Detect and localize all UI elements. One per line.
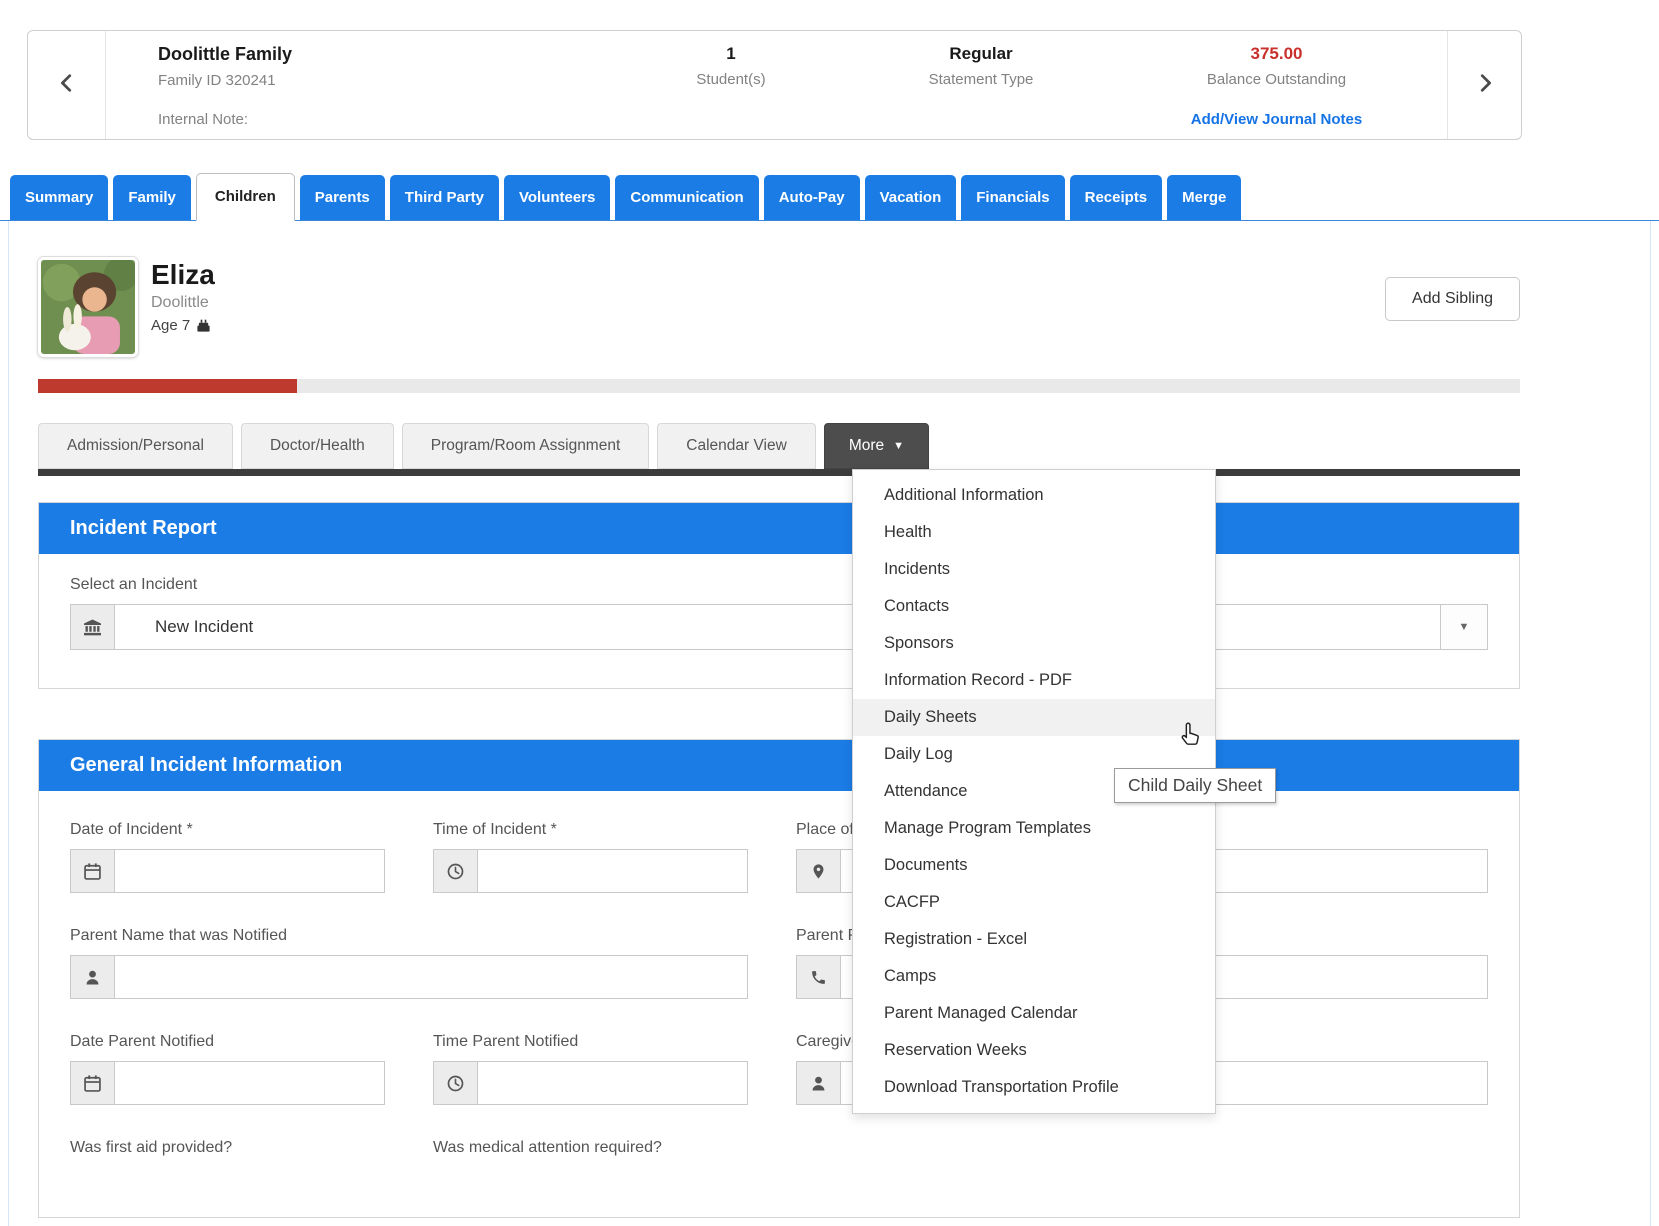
incident-select-value: New Incident <box>155 617 254 636</box>
menu-item-parent-managed-calendar[interactable]: Parent Managed Calendar <box>853 995 1215 1032</box>
subtab-underline-bar <box>38 469 1520 476</box>
time-of-incident-label: Time of Incident * <box>433 821 557 838</box>
tab-third-party[interactable]: Third Party <box>389 175 499 220</box>
profile-progress-track <box>38 379 1520 393</box>
clock-icon <box>434 850 478 892</box>
statement-type-label: Statement Type <box>928 71 1034 88</box>
subtab-doctor-health[interactable]: Doctor/Health <box>240 423 394 469</box>
hand-cursor-icon <box>1176 721 1203 748</box>
menu-item-documents[interactable]: Documents <box>853 847 1215 884</box>
map-pin-icon <box>797 850 841 892</box>
menu-item-registration-excel[interactable]: Registration - Excel <box>853 921 1215 958</box>
family-name: Doolittle Family <box>158 44 293 64</box>
tab-family[interactable]: Family <box>113 175 191 220</box>
child-photo <box>38 257 138 357</box>
family-id: Family ID 320241 <box>158 72 276 89</box>
menu-item-download-transportation-profile[interactable]: Download Transportation Profile <box>853 1069 1215 1106</box>
chevron-right-icon <box>1474 68 1496 103</box>
journal-notes-link[interactable]: Add/View Journal Notes <box>1106 111 1447 128</box>
menu-item-incidents[interactable]: Incidents <box>853 551 1215 588</box>
general-incident-header: General Incident Information <box>39 740 1519 791</box>
time-of-incident-input[interactable] <box>478 850 747 892</box>
chevron-left-icon <box>56 68 78 103</box>
menu-item-additional-information[interactable]: Additional Information <box>853 477 1215 514</box>
phone-icon <box>797 956 841 998</box>
menu-item-reservation-weeks[interactable]: Reservation Weeks <box>853 1032 1215 1069</box>
general-incident-panel: General Incident Information Date of Inc… <box>38 739 1520 1218</box>
tab-vacation[interactable]: Vacation <box>864 175 957 220</box>
select-incident-label: Select an Incident <box>70 576 198 593</box>
next-family-button[interactable] <box>1447 31 1521 139</box>
child-first-name: Eliza <box>151 259 215 290</box>
tab-communication[interactable]: Communication <box>615 175 759 220</box>
main-tab-bar: Summary Family Children Parents Third Pa… <box>0 173 1659 221</box>
subtab-calendar-view[interactable]: Calendar View <box>657 423 816 469</box>
statement-type-value: Regular <box>949 44 1013 63</box>
calendar-icon <box>71 850 115 892</box>
balance-outstanding-label: Balance Outstanding <box>1206 71 1347 88</box>
subtab-program-room-assignment[interactable]: Program/Room Assignment <box>401 423 650 469</box>
internal-note-label: Internal Note: <box>158 111 249 128</box>
menu-item-cacfp[interactable]: CACFP <box>853 884 1215 921</box>
students-count: 1 <box>726 44 736 63</box>
incident-report-header: Incident Report <box>39 503 1519 554</box>
menu-item-health[interactable]: Health <box>853 514 1215 551</box>
profile-progress-fill <box>38 379 298 393</box>
date-parent-notified-label: Date Parent Notified <box>70 1033 215 1050</box>
tab-parents[interactable]: Parents <box>299 175 385 220</box>
more-button-label: More <box>848 437 885 454</box>
tab-summary[interactable]: Summary <box>10 175 109 220</box>
menu-item-contacts[interactable]: Contacts <box>853 588 1215 625</box>
parent-name-notified-input[interactable] <box>115 956 747 998</box>
institution-icon <box>71 605 115 649</box>
time-parent-notified-input[interactable] <box>478 1062 747 1104</box>
menu-item-daily-sheets[interactable]: Daily Sheets <box>853 699 1215 736</box>
menu-item-information-record-pdf[interactable]: Information Record - PDF <box>853 662 1215 699</box>
tab-children[interactable]: Children <box>195 173 295 221</box>
child-age-label: Age 7 <box>151 317 191 334</box>
first-aid-question-label: Was first aid provided? <box>70 1139 233 1156</box>
tab-receipts[interactable]: Receipts <box>1069 175 1163 220</box>
add-sibling-button[interactable]: Add Sibling <box>1385 277 1520 321</box>
calendar-icon <box>71 1062 115 1104</box>
students-label: Student(s) <box>696 71 766 88</box>
incident-select[interactable]: New Incident ▼ <box>70 604 1488 650</box>
date-of-incident-input[interactable] <box>115 850 384 892</box>
date-parent-notified-input[interactable] <box>115 1062 384 1104</box>
tab-auto-pay[interactable]: Auto-Pay <box>763 175 860 220</box>
family-summary-card: Doolittle Family Family ID 320241 Intern… <box>27 30 1522 140</box>
menu-item-sponsors[interactable]: Sponsors <box>853 625 1215 662</box>
family-card-body: Doolittle Family Family ID 320241 Intern… <box>106 31 1447 139</box>
tab-volunteers[interactable]: Volunteers <box>503 175 611 220</box>
parent-name-notified-label: Parent Name that was Notified <box>70 927 287 944</box>
birthday-cake-icon <box>196 318 211 333</box>
medical-attention-question-label: Was medical attention required? <box>433 1139 662 1156</box>
tab-financials[interactable]: Financials <box>961 175 1065 220</box>
subtab-admission-personal[interactable]: Admission/Personal <box>38 423 233 469</box>
incident-report-panel: Incident Report Select an Incident New I… <box>38 502 1520 689</box>
child-last-name: Doolittle <box>151 294 209 311</box>
date-of-incident-label: Date of Incident * <box>70 821 193 838</box>
daily-sheets-tooltip: Child Daily Sheet <box>1114 768 1277 803</box>
caret-down-icon: ▼ <box>893 439 905 452</box>
child-subtab-bar: Admission/Personal Doctor/Health Program… <box>38 423 1520 469</box>
select-caret-icon[interactable]: ▼ <box>1440 605 1487 649</box>
person-icon <box>797 1062 841 1104</box>
time-parent-notified-label: Time Parent Notified <box>433 1033 579 1050</box>
person-icon <box>71 956 115 998</box>
clock-icon <box>434 1062 478 1104</box>
more-dropdown-button[interactable]: More ▼ <box>823 423 930 469</box>
previous-family-button[interactable] <box>28 31 106 139</box>
balance-outstanding-value: 375.00 <box>1250 44 1303 63</box>
menu-item-camps[interactable]: Camps <box>853 958 1215 995</box>
children-tab-content: Eliza Doolittle Age 7 Add Sibling Admiss… <box>38 257 1520 1218</box>
menu-item-manage-program-templates[interactable]: Manage Program Templates <box>853 810 1215 847</box>
tab-merge[interactable]: Merge <box>1167 175 1242 220</box>
